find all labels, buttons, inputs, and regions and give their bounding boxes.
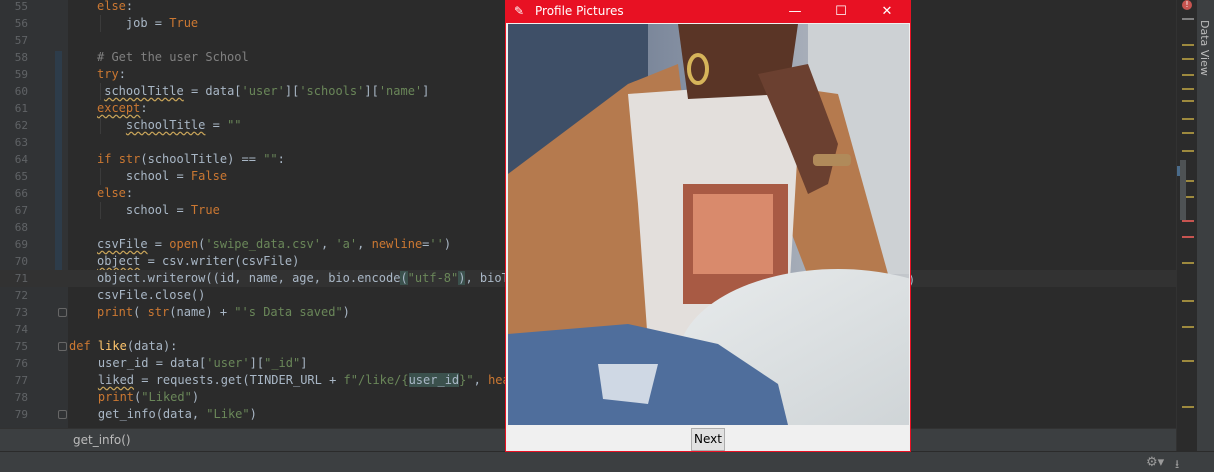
code-text[interactable]: except: (97, 100, 148, 117)
data-view-tab[interactable]: Data View (1197, 20, 1211, 76)
error-icon[interactable]: ! (1182, 0, 1192, 10)
line-number: 58 (14, 51, 28, 64)
marker[interactable] (1182, 300, 1194, 302)
line-number: 62 (14, 119, 28, 132)
code-text[interactable]: csvFile.close() (97, 287, 205, 304)
code-text[interactable]: # Get the user School (97, 49, 249, 66)
line-number: 56 (14, 17, 28, 30)
line-number: 75 (14, 340, 28, 353)
profile-photo-illustration (508, 24, 909, 425)
line-number: 67 (14, 204, 28, 217)
marker[interactable] (1182, 44, 1194, 46)
line-number: 74 (14, 323, 28, 336)
maximize-button[interactable]: ☐ (818, 1, 864, 23)
code-text[interactable]: def like(data): (69, 338, 177, 355)
minimize-button[interactable]: — (772, 1, 818, 23)
marker[interactable] (1182, 406, 1194, 408)
line-number: 65 (14, 170, 28, 183)
feather-icon: ✎ (514, 4, 525, 18)
code-text[interactable]: schoolTitle = "" (97, 117, 242, 134)
code-text[interactable]: school = False (97, 168, 227, 185)
close-button[interactable]: ✕ (864, 1, 910, 23)
code-text[interactable]: liked = requests.get(TINDER_URL + f"/lik… (69, 372, 517, 389)
line-number: 63 (14, 136, 28, 149)
code-text[interactable]: get_info(data, "Like") (69, 406, 257, 423)
line-number: 71 (14, 272, 28, 285)
marker[interactable] (1182, 88, 1194, 90)
line-number: 66 (14, 187, 28, 200)
line-number: 70 (14, 255, 28, 268)
marker[interactable] (1182, 100, 1194, 102)
code-text[interactable]: else: (97, 0, 133, 15)
profile-photo (508, 24, 909, 425)
fold-icon[interactable] (58, 308, 67, 317)
line-number: 55 (14, 0, 28, 13)
line-number: 68 (14, 221, 28, 234)
marker[interactable] (1182, 220, 1194, 222)
marker[interactable] (1182, 326, 1194, 328)
line-number: 77 (14, 374, 28, 387)
line-number: 64 (14, 153, 28, 166)
marker[interactable] (1182, 262, 1194, 264)
marker[interactable] (1182, 150, 1194, 152)
marker[interactable] (1182, 236, 1194, 238)
error-stripe[interactable] (1176, 0, 1196, 451)
line-number: 60 (14, 85, 28, 98)
code-text[interactable]: csvFile = open('swipe_data.csv', 'a', ne… (97, 236, 451, 253)
breadcrumb-function[interactable]: get_info() (73, 433, 131, 447)
line-number: 61 (14, 102, 28, 115)
code-text[interactable]: object.writerow((id, name, age, bio.enco… (97, 270, 516, 287)
window-titlebar[interactable]: ✎ Profile Pictures — ☐ ✕ (506, 1, 910, 23)
code-text[interactable]: print("Liked") (69, 389, 199, 406)
fold-icon[interactable] (58, 410, 67, 419)
profile-pictures-window[interactable]: ✎ Profile Pictures — ☐ ✕ Next (505, 0, 911, 452)
window-title: Profile Pictures (535, 4, 624, 18)
line-number: 69 (14, 238, 28, 251)
line-number: 79 (14, 408, 28, 421)
code-text[interactable]: job = True (97, 15, 198, 32)
next-button[interactable]: Next (691, 428, 725, 451)
scrollbar-thumb[interactable] (1180, 160, 1186, 220)
code-text[interactable]: object = csv.writer(csvFile) (97, 253, 299, 270)
line-number: 73 (14, 306, 28, 319)
code-text[interactable]: else: (97, 185, 133, 202)
line-number: 59 (14, 68, 28, 81)
marker[interactable] (1182, 74, 1194, 76)
code-text[interactable]: try: (97, 66, 126, 83)
gear-icon[interactable]: ⚙▾ (1146, 455, 1164, 470)
marker[interactable] (1182, 132, 1194, 134)
line-number: 57 (14, 34, 28, 47)
code-text[interactable]: schoolTitle = data['user']['schools']['n… (97, 83, 429, 100)
fold-icon[interactable] (58, 342, 67, 351)
line-number: 78 (14, 391, 28, 404)
line-number: 72 (14, 289, 28, 302)
marker[interactable] (1182, 360, 1194, 362)
status-bar: ⚙▾ ⭳ (0, 451, 1214, 472)
code-text[interactable]: user_id = data['user']["_id"] (69, 355, 308, 372)
code-text[interactable]: school = True (97, 202, 220, 219)
line-number: 76 (14, 357, 28, 370)
marker[interactable] (1182, 18, 1194, 20)
code-text[interactable]: if str(schoolTitle) == "": (97, 151, 285, 168)
marker[interactable] (1182, 118, 1194, 120)
marker[interactable] (1182, 58, 1194, 60)
download-icon[interactable]: ⭳ (1175, 455, 1179, 472)
code-text[interactable]: print( str(name) + "'s Data saved") (97, 304, 350, 321)
